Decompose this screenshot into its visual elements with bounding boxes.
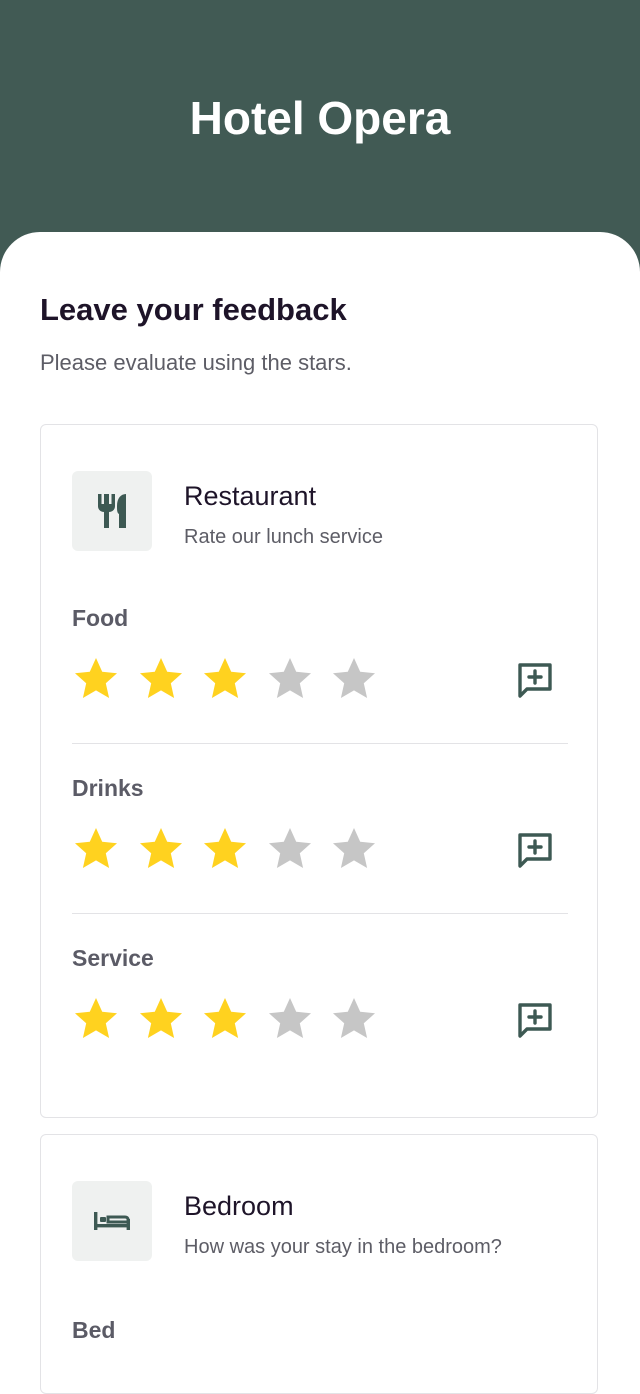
star-empty-icon[interactable] [266, 995, 314, 1043]
star-empty-icon[interactable] [266, 655, 314, 703]
star-filled-icon[interactable] [201, 995, 249, 1043]
restaurant-card: Restaurant Rate our lunch service Food D… [40, 424, 598, 1118]
add-comment-icon [518, 1003, 552, 1038]
star-filled-icon[interactable] [137, 825, 185, 873]
card-description: How was your stay in the bedroom? [184, 1236, 502, 1258]
add-comment-button-service[interactable] [515, 1000, 555, 1040]
row-divider [72, 743, 568, 744]
star-filled-icon[interactable] [201, 655, 249, 703]
star-empty-icon[interactable] [330, 825, 378, 873]
star-filled-icon[interactable] [137, 995, 185, 1043]
star-empty-icon[interactable] [266, 825, 314, 873]
hotel-title: Hotel Opera [189, 92, 451, 144]
star-filled-icon[interactable] [72, 825, 120, 873]
page-subtitle: Please evaluate using the stars. [40, 350, 352, 375]
star-rating-food [72, 655, 402, 703]
star-rating-service [72, 995, 402, 1043]
bed-icon [94, 1212, 130, 1230]
card-title: Bedroom [184, 1191, 294, 1221]
rating-label-food: Food [72, 605, 129, 631]
add-comment-button-drinks[interactable] [515, 830, 555, 870]
rating-label-drinks: Drinks [72, 775, 144, 801]
row-divider [72, 913, 568, 914]
add-comment-icon [518, 663, 552, 698]
star-empty-icon[interactable] [330, 655, 378, 703]
star-filled-icon[interactable] [201, 825, 249, 873]
star-empty-icon[interactable] [330, 995, 378, 1043]
fork-knife-icon [98, 494, 126, 528]
restaurant-icon-box [72, 471, 152, 551]
card-title: Restaurant [184, 481, 317, 511]
rating-label-bed: Bed [72, 1317, 116, 1343]
page-heading: Leave your feedback [40, 292, 347, 327]
star-filled-icon[interactable] [137, 655, 185, 703]
add-comment-button-food[interactable] [515, 660, 555, 700]
star-rating-drinks [72, 825, 402, 873]
add-comment-icon [518, 833, 552, 868]
bedroom-icon-box [72, 1181, 152, 1261]
star-filled-icon[interactable] [72, 655, 120, 703]
rating-label-service: Service [72, 945, 154, 971]
card-description: Rate our lunch service [184, 526, 383, 548]
star-filled-icon[interactable] [72, 995, 120, 1043]
bedroom-card: Bedroom How was your stay in the bedroom… [40, 1134, 598, 1394]
